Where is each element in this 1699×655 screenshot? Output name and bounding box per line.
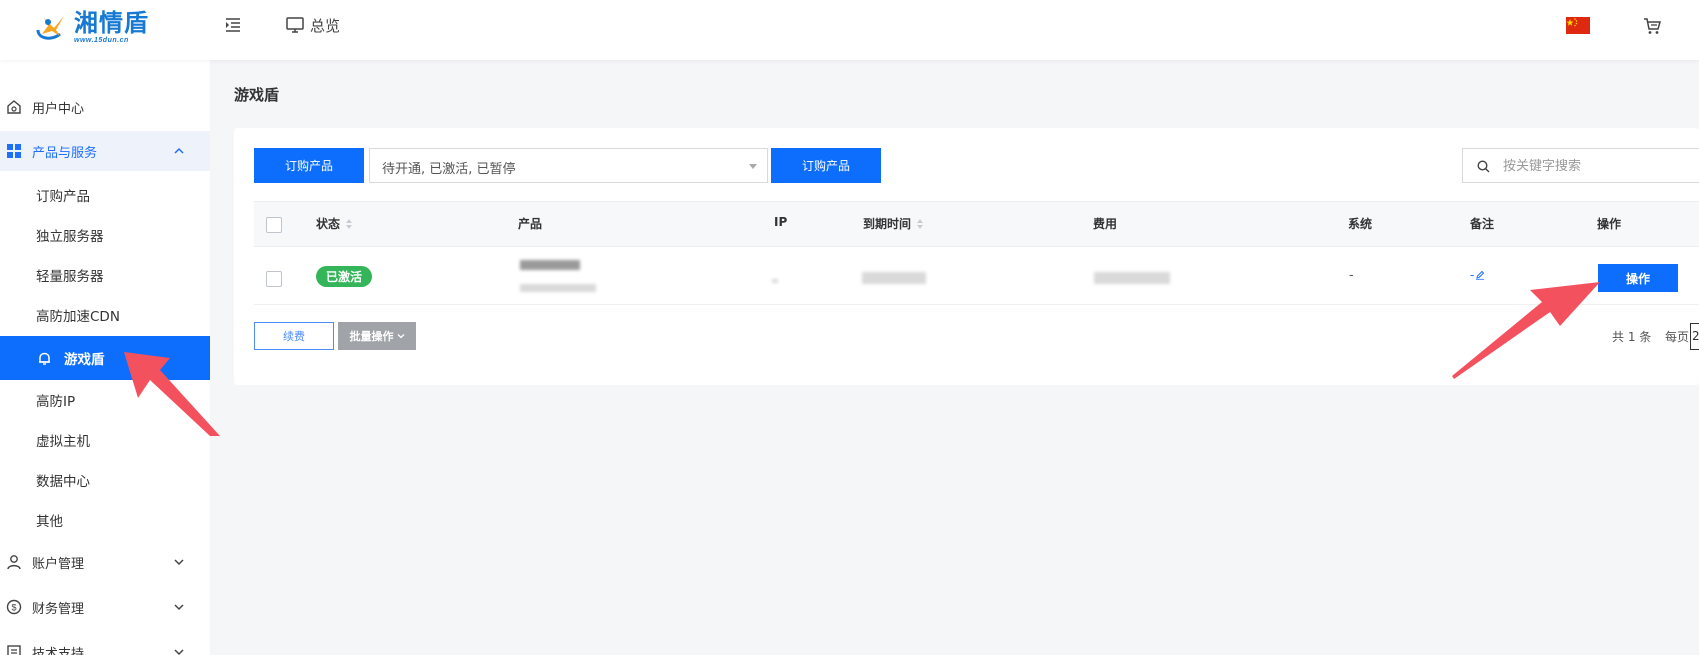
row-checkbox[interactable] [266,271,282,287]
renew-button[interactable]: 续费 [254,322,334,350]
total-count: 共 1 条 [1612,330,1652,344]
row-action-button[interactable]: 操作 [1598,264,1678,292]
sidebar-subitem-label: 独立服务器 [36,229,104,245]
product-detail-redacted [520,284,596,292]
logo-mark-icon [36,16,64,40]
remark-edit-link[interactable]: - [1470,268,1485,282]
expiry-redacted [862,272,926,284]
sidebar-item-label: 账户管理 [32,556,85,572]
sidebar-subitem-label: 虚拟主机 [36,434,90,450]
column-header-product: 产品 [518,215,542,232]
column-header-label: 产品 [518,217,543,231]
status-badge: 已激活 [316,266,372,287]
sidebar-subitem-dedicated-server[interactable]: 独立服务器 [0,215,210,255]
batch-operation-button[interactable]: 批量操作 [338,322,416,350]
sidebar-subitem-lightweight-server[interactable]: 轻量服务器 [0,255,210,295]
search-box [1462,148,1699,183]
chevron-up-icon [174,147,184,154]
sidebar-item-finance[interactable]: $ 财务管理 [0,587,210,627]
order-product-button[interactable]: 订购产品 [254,148,364,183]
sidebar-item-account[interactable]: 账户管理 [0,542,210,582]
sidebar-item-tech-support[interactable]: 技术支持 [0,632,210,655]
page-title: 游戏盾 [234,86,280,104]
column-header-label: 状态 [316,217,341,231]
sidebar-subitem-label: 高防IP [36,394,76,410]
sort-icon [346,218,353,229]
sidebar-subitem-label: 数据中心 [36,474,90,490]
column-header-label: 到期时间 [863,217,912,231]
sidebar-item-user-center[interactable]: 用户中心 [0,87,210,127]
monitor-icon [286,17,304,33]
sidebar-subitem-label: 高防加速CDN [36,309,120,325]
column-header-label: IP [774,215,788,229]
per-page-label: 每页 [1665,330,1690,344]
sidebar-item-label: 财务管理 [32,601,85,617]
column-header-fee: 费用 [1093,215,1117,232]
sidebar-item-label: 产品与服务 [32,145,98,161]
home-icon [7,100,21,114]
china-flag-icon[interactable] [1566,17,1590,34]
sidebar-item-label: 技术支持 [32,646,85,655]
chevron-down-icon [174,559,184,566]
search-icon [1477,160,1490,173]
cart-icon[interactable] [1642,16,1662,36]
overview-label: 总览 [310,16,341,35]
column-header-label: 操作 [1597,217,1622,231]
brand-logo[interactable]: 湘情盾 www.15dun.cn [34,9,149,45]
chevron-down-icon [174,604,184,611]
ip-redacted [772,279,778,283]
column-header-label: 备注 [1470,217,1495,231]
brand-name: 湘情盾 [74,7,149,37]
edit-pencil-icon [1476,270,1485,280]
sidebar-subitem-high-defense-ip[interactable]: 高防IP [0,380,210,420]
sort-icon [917,218,924,229]
sidebar-subitem-order[interactable]: 订购产品 [0,175,210,215]
system-value: - [1349,268,1354,283]
dollar-circle-icon: $ [6,599,22,615]
order-product-button-2[interactable]: 订购产品 [771,148,881,183]
column-header-label: 系统 [1348,217,1373,231]
column-header-label: 费用 [1093,217,1118,231]
status-filter-value: 待开通, 已激活, 已暂停 [382,162,516,177]
remark-value: - [1470,268,1475,282]
fee-redacted [1094,272,1170,284]
column-header-remark: 备注 [1470,215,1494,232]
sidebar-subitem-data-center[interactable]: 数据中心 [0,460,210,500]
sidebar-subitem-label: 其他 [36,514,63,530]
search-input[interactable] [1503,156,1693,176]
select-all-checkbox[interactable] [266,217,282,233]
sidebar-item-products[interactable]: 产品与服务 [0,131,210,171]
column-header-status[interactable]: 状态 [316,215,353,232]
column-header-expiry[interactable]: 到期时间 [863,215,924,232]
grid-icon [7,144,21,158]
sidebar-subitem-cdn[interactable]: 高防加速CDN [0,295,210,335]
overview-link[interactable]: 总览 [286,14,340,36]
document-icon [7,645,21,655]
menu-toggle-icon[interactable] [224,16,242,34]
svg-text:$: $ [11,603,16,613]
per-page-select[interactable]: 2 [1690,323,1699,350]
user-icon [7,555,21,570]
batch-operation-label: 批量操作 [349,330,394,343]
status-filter-select[interactable]: 待开通, 已激活, 已暂停 [369,148,768,183]
column-header-ip: IP [774,215,787,229]
sidebar-subitem-label: 游戏盾 [64,352,105,368]
sidebar-subitem-other[interactable]: 其他 [0,500,210,540]
column-header-action: 操作 [1597,215,1621,232]
sidebar-subitem-virtual-host[interactable]: 虚拟主机 [0,420,210,460]
bell-icon [39,352,50,365]
chevron-down-icon [174,649,184,655]
chevron-down-icon [397,334,404,339]
product-name-redacted [520,260,580,270]
sidebar-item-label: 用户中心 [32,101,85,117]
top-bar: 湘情盾 www.15dun.cn 总览 [0,0,1699,60]
column-header-system: 系统 [1348,215,1372,232]
caret-down-icon [749,164,757,169]
sidebar-subitem-game-shield[interactable]: 游戏盾 [0,336,210,380]
sidebar-subitem-label: 轻量服务器 [36,269,104,285]
brand-url: www.15dun.cn [74,36,129,44]
sidebar-subitem-label: 订购产品 [36,189,90,205]
